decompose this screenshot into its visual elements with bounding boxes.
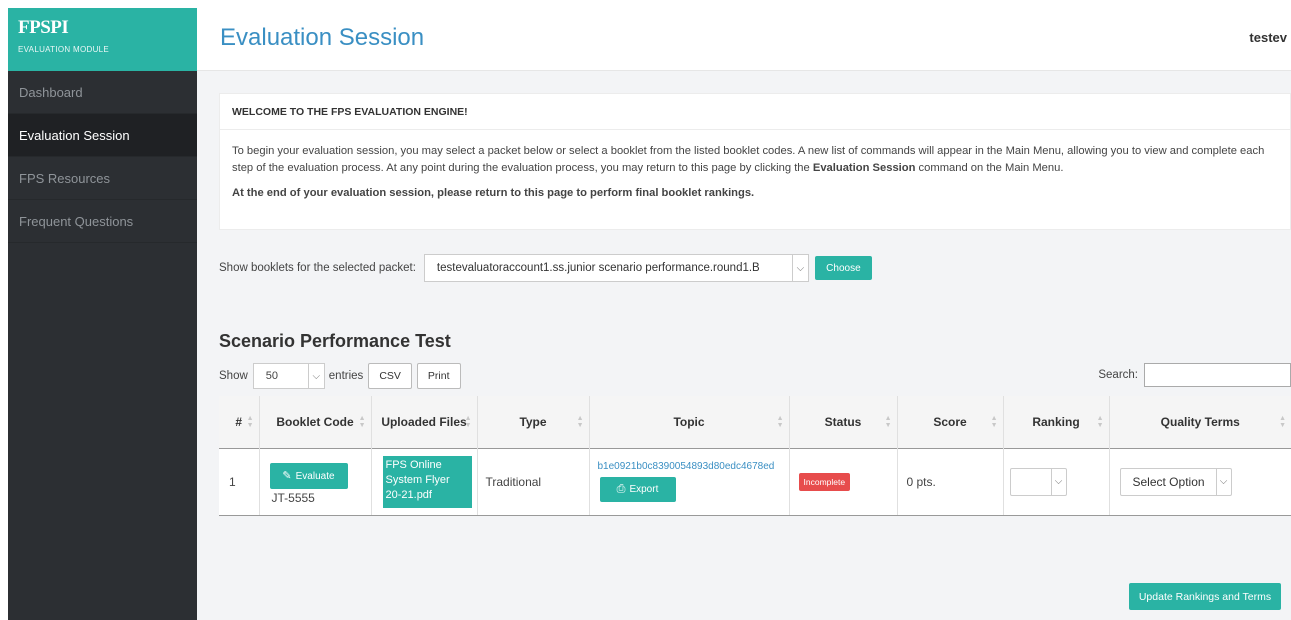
ranking-select[interactable]: ⌵ <box>1009 467 1067 496</box>
topic-cell: b1e0921b0c8390054893d80edc4678ed ⎙ Export <box>589 447 790 516</box>
row-number-cell: 1 <box>219 447 260 516</box>
brand-subtitle: EVALUATION MODULE <box>18 45 110 54</box>
column-header-topic[interactable]: Topic ▲ ▼ <box>589 396 790 448</box>
column-label: Ranking <box>1032 414 1080 429</box>
welcome-paragraph-2: At the end of your evaluation session, p… <box>232 185 1278 202</box>
column-header-number[interactable]: # ▲ ▼ <box>219 396 260 448</box>
chevron-down-icon: ⌵ <box>791 255 808 281</box>
sort-icon: ▲ ▼ <box>990 415 998 429</box>
sort-icon: ▲ ▼ <box>576 415 584 429</box>
packet-select[interactable]: testevaluatoraccount1.ss.junior scenario… <box>423 254 809 282</box>
uploaded-files-cell: FPS Online System Flyer 20-21.pdf <box>371 447 478 516</box>
choose-button[interactable]: Choose <box>814 256 872 280</box>
sidebar: FPSPI EVALUATION MODULE Dashboard Evalua… <box>8 8 197 620</box>
status-cell: Incomplete <box>789 447 898 516</box>
column-header-status[interactable]: Status ▲ ▼ <box>789 396 898 448</box>
show-label: Show <box>219 370 248 382</box>
sidebar-item-dashboard[interactable]: Dashboard <box>8 71 197 114</box>
sort-icon: ▲ ▼ <box>358 415 366 429</box>
chevron-down-icon: ⌵ <box>1050 468 1066 495</box>
search-input[interactable] <box>1144 363 1291 387</box>
welcome-panel: WELCOME TO THE FPS EVALUATION ENGINE! To… <box>219 93 1291 230</box>
main-content: WELCOME TO THE FPS EVALUATION ENGINE! To… <box>197 71 1291 620</box>
table-controls: Show 50 ⌵ entries CSV Print Search: <box>219 363 1291 389</box>
entries-value: 50 <box>265 370 279 382</box>
search-wrap: Search: <box>1098 363 1291 387</box>
score-cell: 0 pts. <box>897 447 1004 516</box>
column-label: # <box>235 414 243 429</box>
sidebar-item-frequent-questions[interactable]: Frequent Questions <box>8 200 197 243</box>
row-number: 1 <box>229 474 236 489</box>
column-label: Topic <box>673 414 705 429</box>
entries-select[interactable]: 50 ⌵ <box>252 363 325 389</box>
evaluate-button[interactable]: ✎ Evaluate <box>269 462 348 489</box>
sort-icon: ▲ ▼ <box>776 415 784 429</box>
booklet-code: JT-5555 <box>271 490 315 505</box>
booklet-table: # ▲ ▼ Booklet Code ▲ ▼ Uploaded Files ▲ ▼ Type… <box>219 396 1291 516</box>
welcome-final-note: At the end of your evaluation session, p… <box>232 187 755 199</box>
export-label: Export <box>629 484 659 495</box>
column-header-booklet-code[interactable]: Booklet Code ▲ ▼ <box>259 396 372 448</box>
welcome-heading: WELCOME TO THE FPS EVALUATION ENGINE! <box>220 94 1290 130</box>
sidebar-item-evaluation-session[interactable]: Evaluation Session <box>8 114 197 157</box>
table-row: 1 ✎ Evaluate JT-5555 FPS Online System Fl… <box>219 447 1291 516</box>
quality-terms-select[interactable]: Select Option ⌵ <box>1119 467 1232 496</box>
brand-block[interactable]: FPSPI EVALUATION MODULE <box>8 8 197 71</box>
welcome-text-bold: Evaluation Session <box>812 162 916 174</box>
booklet-code-cell: ✎ Evaluate JT-5555 <box>259 447 372 516</box>
column-header-uploaded-files[interactable]: Uploaded Files ▲ ▼ <box>371 396 478 448</box>
welcome-paragraph-1: To begin your evaluation session, you ma… <box>232 143 1278 177</box>
sort-icon: ▲ ▼ <box>1279 415 1286 429</box>
evaluate-label: Evaluate <box>295 471 335 482</box>
uploaded-file-link[interactable]: FPS Online System Flyer 20-21.pdf <box>382 455 472 508</box>
column-label: Status <box>824 414 862 429</box>
column-label: Booklet Code <box>276 414 354 429</box>
page-header: Evaluation Session testev <box>197 8 1291 71</box>
search-label: Search: <box>1098 369 1138 381</box>
sort-icon: ▲ ▼ <box>884 415 892 429</box>
print-button[interactable]: Print <box>416 363 461 389</box>
column-header-quality-terms[interactable]: Quality Terms ▲ ▼ <box>1109 396 1291 448</box>
update-rankings-button[interactable]: Update Rankings and Terms <box>1129 583 1281 610</box>
ranking-cell: ⌵ <box>1003 447 1110 516</box>
column-label: Uploaded Files <box>381 414 467 429</box>
user-name[interactable]: testev <box>1249 30 1287 45</box>
export-button[interactable]: ⎙ Export <box>599 477 676 502</box>
status-badge: Incomplete <box>798 472 851 491</box>
section-title: Scenario Performance Test <box>219 331 451 351</box>
table-header-row: # ▲ ▼ Booklet Code ▲ ▼ Uploaded Files ▲ ▼ Type… <box>219 396 1291 448</box>
topic-link[interactable]: b1e0921b0c8390054893d80edc4678ed <box>598 461 789 472</box>
welcome-text-part: To begin your evaluation session, you ma… <box>232 145 1265 174</box>
sort-icon: ▲ ▼ <box>246 415 254 429</box>
csv-button[interactable]: CSV <box>368 363 412 389</box>
welcome-text-part: command on the Main Menu. <box>915 162 1064 174</box>
packet-label: Show booklets for the selected packet: <box>219 262 416 274</box>
type-value: Traditional <box>485 474 542 489</box>
score-value: 0 pts. <box>906 474 936 489</box>
column-label: Score <box>933 414 967 429</box>
page-title: Evaluation Session <box>220 24 425 51</box>
sort-icon: ▲ ▼ <box>1096 415 1104 429</box>
column-label: Type <box>519 414 547 429</box>
column-header-type[interactable]: Type ▲ ▼ <box>477 396 590 448</box>
column-header-ranking[interactable]: Ranking ▲ ▼ <box>1003 396 1110 448</box>
sort-icon: ▲ ▼ <box>464 415 472 429</box>
welcome-body: To begin your evaluation session, you ma… <box>220 130 1290 202</box>
chevron-down-icon: ⌵ <box>307 364 324 388</box>
export-icon: ⎙ <box>616 483 626 495</box>
sidebar-item-fps-resources[interactable]: FPS Resources <box>8 157 197 200</box>
column-label: Quality Terms <box>1160 414 1240 429</box>
entries-label: entries <box>328 370 364 382</box>
column-header-score[interactable]: Score ▲ ▼ <box>897 396 1004 448</box>
quality-terms-cell: Select Option ⌵ <box>1109 447 1291 516</box>
type-cell: Traditional <box>477 447 590 516</box>
chevron-down-icon: ⌵ <box>1215 468 1231 495</box>
brand-logo: FPSPI <box>18 17 69 38</box>
pencil-icon: ✎ <box>282 470 292 482</box>
packet-selected-value: testevaluatoraccount1.ss.junior scenario… <box>436 262 760 274</box>
packet-selector-row: Show booklets for the selected packet: t… <box>219 254 872 282</box>
quality-terms-value: Select Option <box>1132 474 1205 489</box>
